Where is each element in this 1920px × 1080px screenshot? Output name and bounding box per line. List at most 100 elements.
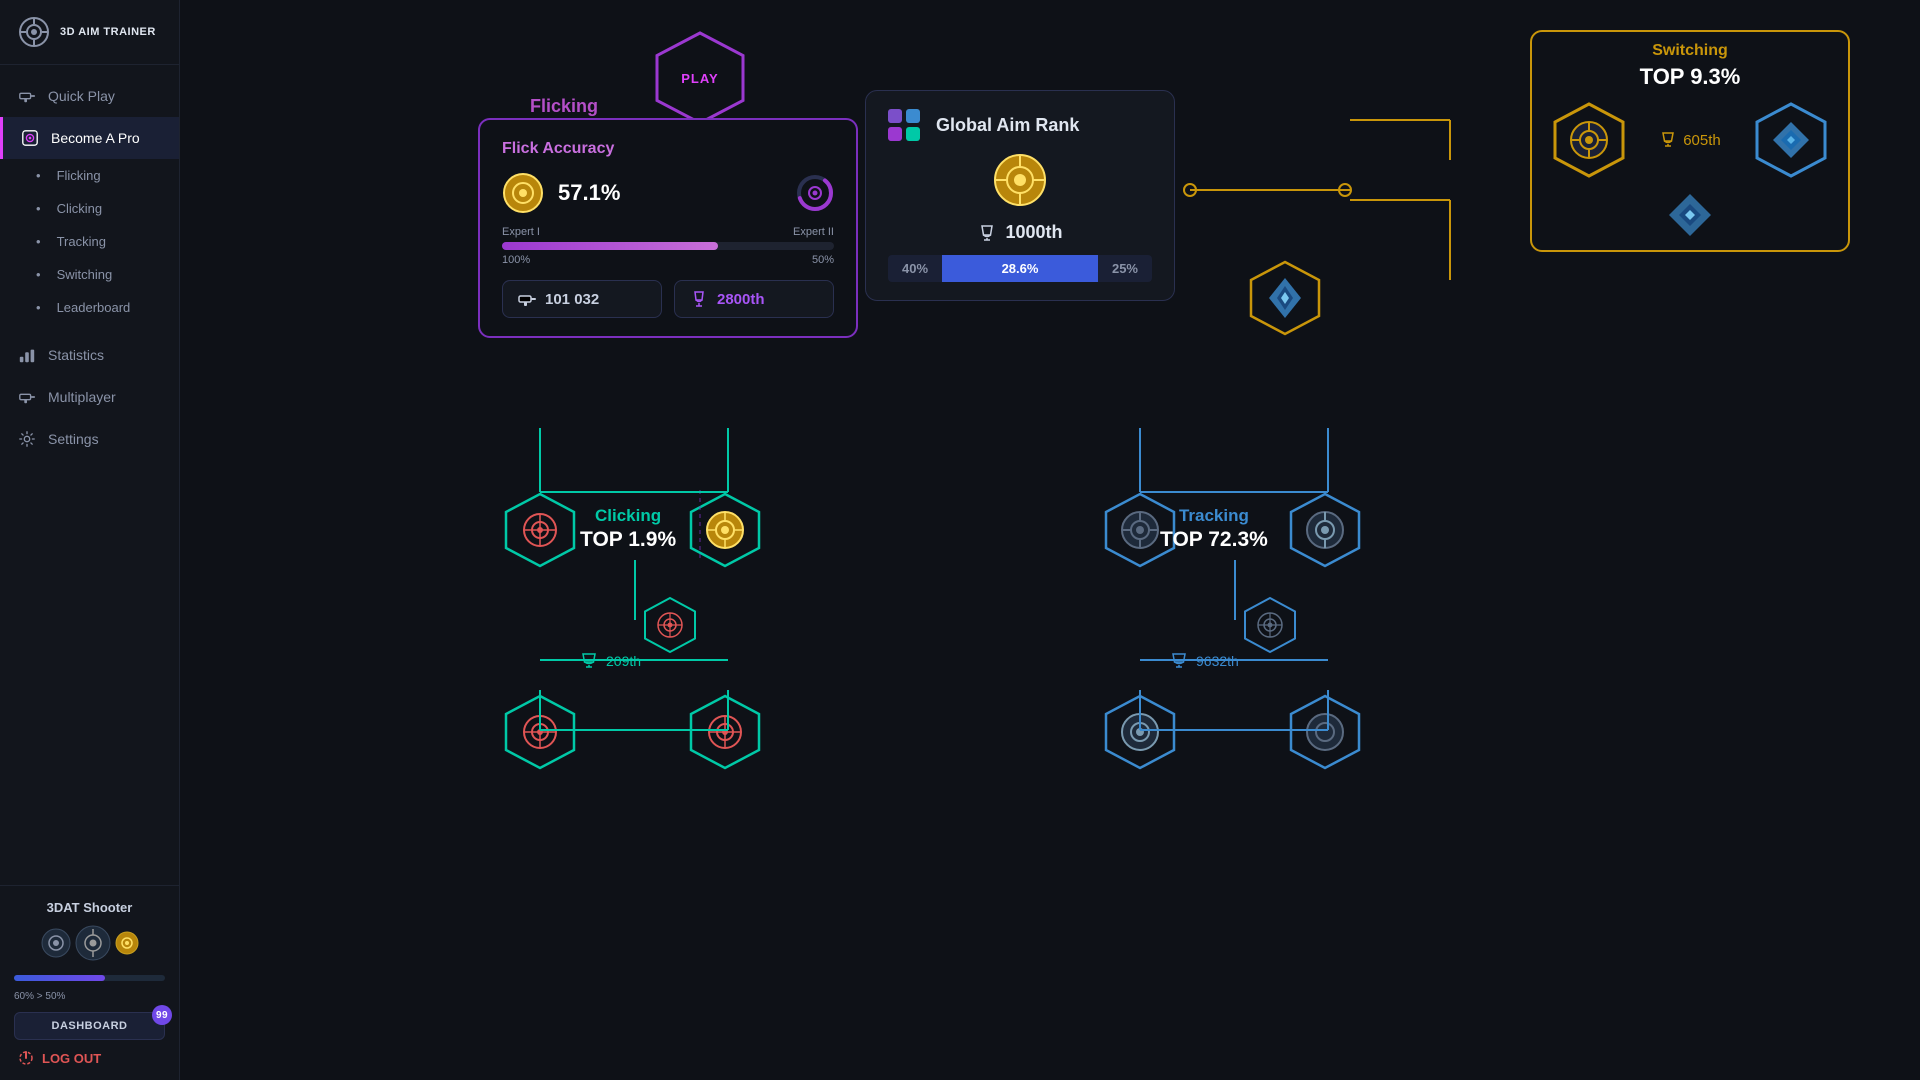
statistics-label: Statistics <box>48 347 104 363</box>
switching-mid-diamond-icon <box>1665 190 1715 240</box>
become-pro-icon <box>21 129 39 147</box>
rank-bar-right: 25% <box>1098 255 1152 282</box>
progress-from: 100% <box>502 254 530 266</box>
clicking-trophy-icon <box>580 652 598 670</box>
rank-trophy-icon <box>977 223 997 243</box>
rank-medal <box>888 153 1152 212</box>
flick-accuracy-card: Flick Accuracy 57.1% Expert I Expert II <box>478 118 858 338</box>
become-pro-label: Become A Pro <box>51 130 140 146</box>
logout-label: LOG OUT <box>42 1051 101 1066</box>
tracking-cat-label: Tracking <box>1160 506 1268 526</box>
tracking-bot-hex-1[interactable] <box>1100 692 1180 777</box>
sidebar-item-flicking[interactable]: Flicking <box>0 159 179 192</box>
dashboard-button[interactable]: DASHBOARD 99 <box>14 1012 165 1040</box>
tracking-top-pct: TOP 72.3% <box>1160 528 1268 552</box>
sidebar-item-multiplayer[interactable]: Multiplayer <box>0 376 179 418</box>
tracking-label-group: Tracking TOP 72.3% <box>1160 506 1268 552</box>
clicking-hex-center[interactable] <box>685 490 765 575</box>
rank-bar-left: 40% <box>888 255 942 282</box>
flick-stats-row: 57.1% <box>502 172 834 214</box>
user-avatar-main-icon <box>75 925 111 961</box>
flicking-label: Flicking <box>57 168 101 183</box>
clicking-small-hex <box>640 595 700 660</box>
user-progress-bar <box>14 975 165 981</box>
rank-position-text: 1000th <box>1005 222 1062 243</box>
clicking-bot-hex-1[interactable] <box>500 692 580 777</box>
play-button-text: PLAY <box>681 71 718 86</box>
flick-footer: 101 032 2800th <box>502 280 834 318</box>
switching-rank-row: 605th <box>1549 100 1831 180</box>
rank-bar-mid: 28.6% <box>942 255 1098 282</box>
tracking-hex-2[interactable] <box>1285 490 1365 575</box>
switching-rank-text: 605th <box>1683 132 1721 149</box>
bar-chart-icon <box>18 346 36 364</box>
gear-icon <box>18 430 36 448</box>
user-avatars <box>14 925 165 961</box>
switching-hex-left-icon <box>1549 100 1629 180</box>
main-content: PLAY Flicking Flick Accuracy 57.1% <box>180 0 1920 1080</box>
flick-rank: 2800th <box>717 291 765 308</box>
power-icon <box>18 1050 34 1066</box>
app-title: 3D AIM TRAINER <box>60 26 156 38</box>
clicking-label-group: Clicking TOP 1.9% <box>580 506 676 552</box>
user-card: 3DAT Shooter <box>14 900 165 1040</box>
sidebar-item-tracking[interactable]: Tracking <box>0 225 179 258</box>
clicking-bot-hex-2[interactable] <box>685 692 765 777</box>
sidebar-item-settings[interactable]: Settings <box>0 418 179 460</box>
leaderboard-label: Leaderboard <box>57 300 131 315</box>
logout-button[interactable]: LOG OUT <box>14 1040 165 1070</box>
logo: 3D AIM TRAINER <box>0 0 179 65</box>
user-progress-label: 60% > 50% <box>14 991 165 1002</box>
switching-section: Switching TOP 9.3% <box>1530 30 1850 252</box>
settings-label: Settings <box>48 431 99 447</box>
clicking-hex-node-1[interactable] <box>500 490 580 575</box>
multiplayer-icon <box>18 388 36 406</box>
clicking-top-pct: TOP 1.9% <box>580 528 676 552</box>
rank-card-title: Global Aim Rank <box>936 115 1079 136</box>
clicking-rank-text: 209th <box>606 653 641 669</box>
clicking-label: Clicking <box>57 201 103 216</box>
tracking-rank-row: 9632th <box>1170 652 1239 670</box>
rank-position: 1000th <box>888 222 1152 243</box>
sidebar-item-leaderboard[interactable]: Leaderboard <box>0 291 179 324</box>
sidebar: 3D AIM TRAINER Quick Play Become A Pro F… <box>0 0 180 1080</box>
sidebar-item-statistics[interactable]: Statistics <box>0 334 179 376</box>
sidebar-nav: Quick Play Become A Pro Flicking Clickin… <box>0 65 179 885</box>
logo-icon <box>18 16 50 48</box>
flick-rank-box: 2800th <box>674 280 834 318</box>
user-avatar-small-icon <box>41 928 71 958</box>
expert-medal-icon <box>502 172 544 214</box>
flick-card-title: Flick Accuracy <box>502 140 834 158</box>
play-hex[interactable]: PLAY <box>650 28 750 128</box>
notification-badge: 99 <box>152 1005 172 1025</box>
tracking-rank-text: 9632th <box>1196 653 1239 669</box>
user-avatar-badge-icon <box>115 931 139 955</box>
tracking-trophy-icon <box>1170 652 1188 670</box>
sidebar-item-quick-play[interactable]: Quick Play <box>0 75 179 117</box>
user-name: 3DAT Shooter <box>14 900 165 915</box>
clicking-cat-label: Clicking <box>580 506 676 526</box>
sidebar-item-become-pro[interactable]: Become A Pro <box>0 117 179 159</box>
progress-to: 50% <box>812 254 834 266</box>
rank-dots <box>888 109 920 141</box>
switching-rank: 605th <box>1659 131 1721 149</box>
progress-section: Expert I Expert II 100% 50% <box>502 226 834 266</box>
sidebar-item-switching[interactable]: Switching <box>0 258 179 291</box>
switching-bot-hex[interactable] <box>1245 258 1325 343</box>
switching-category-label: Switching <box>1652 42 1728 60</box>
level-from-label: Expert I <box>502 226 540 238</box>
trophy-icon <box>689 289 709 309</box>
switching-top-pct: TOP 9.3% <box>1640 64 1741 90</box>
tracking-bot-hex-2[interactable] <box>1285 692 1365 777</box>
rank-medal-icon <box>993 153 1047 207</box>
switching-hex-right-icon <box>1751 100 1831 180</box>
flick-score: 101 032 <box>545 291 599 308</box>
switching-label: Switching <box>57 267 113 282</box>
progress-ring-icon <box>796 174 834 212</box>
flicking-category-label: Flicking <box>530 96 598 117</box>
multiplayer-label: Multiplayer <box>48 389 116 405</box>
sidebar-item-clicking[interactable]: Clicking <box>0 192 179 225</box>
switching-trophy-icon <box>1659 131 1677 149</box>
rank-card-header: Global Aim Rank <box>888 109 1152 141</box>
tracking-small-hex <box>1240 595 1300 660</box>
